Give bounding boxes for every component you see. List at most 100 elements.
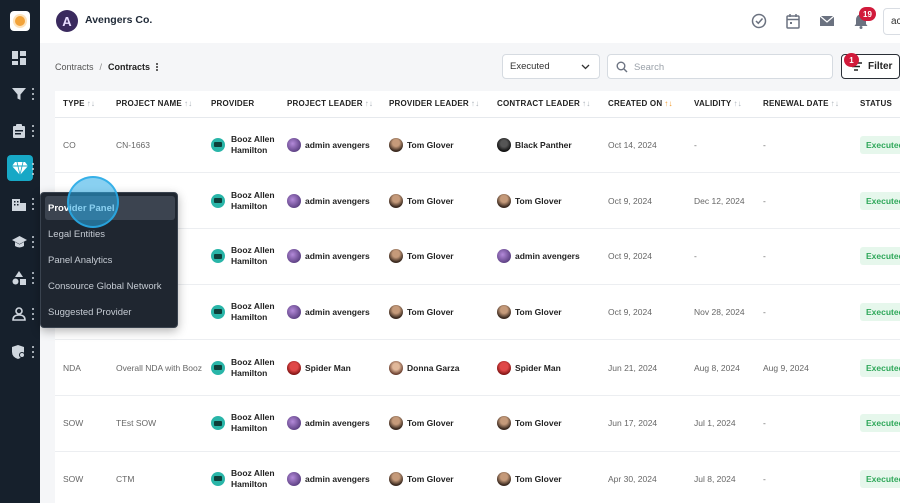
sort-arrows-icon[interactable]: ↑↓ <box>184 99 192 108</box>
person-chip[interactable]: admin avengers <box>287 304 381 319</box>
person-chip[interactable]: admin avengers <box>287 193 381 208</box>
provider-chip[interactable]: Booz Allen Hamilton <box>211 468 279 490</box>
more-dots-icon[interactable] <box>31 346 34 358</box>
person-chip[interactable]: Tom Glover <box>389 249 489 264</box>
table-row[interactable]: NDA Overall NDA with Booz Booz Allen Hamil… <box>55 339 900 396</box>
person-chip[interactable]: admin avengers <box>287 249 381 264</box>
more-dots-icon[interactable] <box>31 125 34 137</box>
more-dots-icon[interactable] <box>31 163 34 175</box>
status-badge: Executed <box>860 302 900 321</box>
table-row[interactable]: CO CN-1663 Booz Allen Hamilton admin avenge… <box>55 117 900 174</box>
avatar <box>497 471 511 486</box>
submenu-item-legal-entities[interactable]: Legal Entities <box>45 222 175 246</box>
sort-arrows-icon[interactable]: ↑↓ <box>582 99 590 108</box>
check-circle-icon[interactable] <box>751 13 767 29</box>
more-dots-icon[interactable] <box>31 88 34 100</box>
person-chip[interactable]: Spider Man <box>497 360 600 375</box>
column-header-project-leader[interactable]: PROJECT LEADER ↑↓ <box>279 91 381 118</box>
provider-chip[interactable]: Booz Allen Hamilton <box>211 245 279 267</box>
rail-item-buildings[interactable] <box>0 190 40 218</box>
person-name: Black Panther <box>515 139 572 150</box>
person-chip[interactable]: Tom Glover <box>497 416 600 431</box>
person-chip[interactable]: Tom Glover <box>389 416 489 431</box>
column-header-provider-leader[interactable]: PROVIDER LEADER ↑↓ <box>381 91 489 118</box>
rail-item-clipboard[interactable] <box>0 117 40 145</box>
submenu-item-suggested-provider[interactable]: Suggested Provider <box>45 300 175 324</box>
sort-arrows-icon[interactable]: ↑↓ <box>733 99 741 108</box>
column-header-renewal-date[interactable]: RENEWAL DATE ↑↓ <box>755 91 852 118</box>
person-chip[interactable]: Tom Glover <box>497 193 600 208</box>
rail-item-dashboard[interactable] <box>0 44 40 72</box>
cell-validity: - <box>686 117 755 174</box>
person-chip[interactable]: Tom Glover <box>389 471 489 486</box>
shapes-icon <box>12 271 26 285</box>
provider-chip[interactable]: Booz Allen Hamilton <box>211 412 279 434</box>
rail-item-filter[interactable] <box>0 80 40 108</box>
table-row[interactable]: SOW TEst SOW Booz Allen Hamilton admin aven… <box>55 395 900 452</box>
table-row[interactable]: SOW CTM Booz Allen Hamilton admin avengers T… <box>55 451 900 503</box>
person-chip[interactable]: admin avengers <box>287 137 381 152</box>
submenu-item-consource-global-network[interactable]: Consource Global Network <box>45 274 175 298</box>
cell-created-on: Oct 9, 2024 <box>600 172 686 229</box>
sort-arrows-icon[interactable]: ↑↓ <box>365 99 373 108</box>
person-chip[interactable]: Tom Glover <box>389 137 489 152</box>
sort-arrows-icon[interactable]: ↑↓ <box>471 99 479 108</box>
more-dots-icon[interactable] <box>31 272 34 284</box>
provider-chip[interactable]: Booz Allen Hamilton <box>211 190 279 212</box>
person-name: Tom Glover <box>515 195 562 206</box>
provider-logo-icon <box>211 304 225 319</box>
provider-chip[interactable]: Booz Allen Hamilton <box>211 134 279 156</box>
person-chip[interactable]: Tom Glover <box>497 304 600 319</box>
kebab-menu-icon[interactable] <box>156 63 159 71</box>
cell-validity: Dec 12, 2024 <box>686 172 755 229</box>
person-chip[interactable]: Tom Glover <box>389 193 489 208</box>
sort-arrows-icon[interactable]: ↑↓ <box>87 99 95 108</box>
person-chip[interactable]: admin avengers <box>287 416 381 431</box>
mail-icon[interactable] <box>819 13 835 29</box>
person-chip[interactable]: admin avengers <box>497 249 600 264</box>
provider-chip[interactable]: Booz Allen Hamilton <box>211 301 279 323</box>
column-header-validity[interactable]: VALIDITY ↑↓ <box>686 91 755 118</box>
cell-validity: Jul 1, 2024 <box>686 395 755 452</box>
submenu-item-panel-analytics[interactable]: Panel Analytics <box>45 248 175 272</box>
column-header-type[interactable]: TYPE ↑↓ <box>55 91 108 118</box>
app-logo-icon[interactable] <box>10 11 30 31</box>
provider-logo-icon <box>211 137 225 152</box>
rail-item-providers[interactable] <box>0 155 40 183</box>
more-dots-icon[interactable] <box>31 198 34 210</box>
table-row[interactable]: Booz Allen Hamilton admin avengers Tom Glo… <box>55 228 900 285</box>
table-row[interactable]: Booz Allen Hamilton admin avengers Tom Glo… <box>55 284 900 341</box>
provider-name: Booz Allen Hamilton <box>231 467 275 489</box>
column-header-project-name[interactable]: PROJECT NAME ↑↓ <box>108 91 203 118</box>
avatar <box>287 193 301 208</box>
person-chip[interactable]: admin avengers <box>287 471 381 486</box>
sort-arrows-icon[interactable]: ↑↓ <box>831 99 839 108</box>
rail-item-shapes[interactable] <box>0 264 40 292</box>
person-name: admin avengers <box>305 251 370 262</box>
breadcrumb: Contracts / Contracts <box>55 62 159 72</box>
rail-item-education[interactable] <box>0 228 40 256</box>
column-header-contract-leader[interactable]: CONTRACT LEADER ↑↓ <box>489 91 600 118</box>
person-chip[interactable]: Black Panther <box>497 137 600 152</box>
search-input[interactable] <box>634 60 824 74</box>
avatar <box>389 193 403 208</box>
avatar <box>497 193 511 208</box>
person-chip[interactable]: Tom Glover <box>389 304 489 319</box>
status-dropdown[interactable]: Executed <box>502 54 600 79</box>
column-header-created-on[interactable]: CREATED ON ↑↓ <box>600 91 686 118</box>
status-badge: Executed <box>860 135 900 154</box>
rail-item-users[interactable] <box>0 300 40 328</box>
person-chip[interactable]: Tom Glover <box>497 471 600 486</box>
person-chip[interactable]: Spider Man <box>287 360 381 375</box>
rail-item-security[interactable] <box>0 338 40 366</box>
sort-arrows-icon[interactable]: ↑↓ <box>664 99 672 108</box>
more-dots-icon[interactable] <box>31 236 34 248</box>
provider-chip[interactable]: Booz Allen Hamilton <box>211 357 279 379</box>
user-menu-button[interactable]: ac <box>883 8 900 35</box>
more-dots-icon[interactable] <box>31 308 34 320</box>
breadcrumb-parent-link[interactable]: Contracts <box>55 62 94 72</box>
calendar-icon[interactable] <box>785 13 801 29</box>
table-row[interactable]: Booz Allen Hamilton admin avengers Tom Glo… <box>55 172 900 229</box>
person-chip[interactable]: Donna Garza <box>389 360 489 375</box>
provider-logo-icon <box>211 416 225 431</box>
